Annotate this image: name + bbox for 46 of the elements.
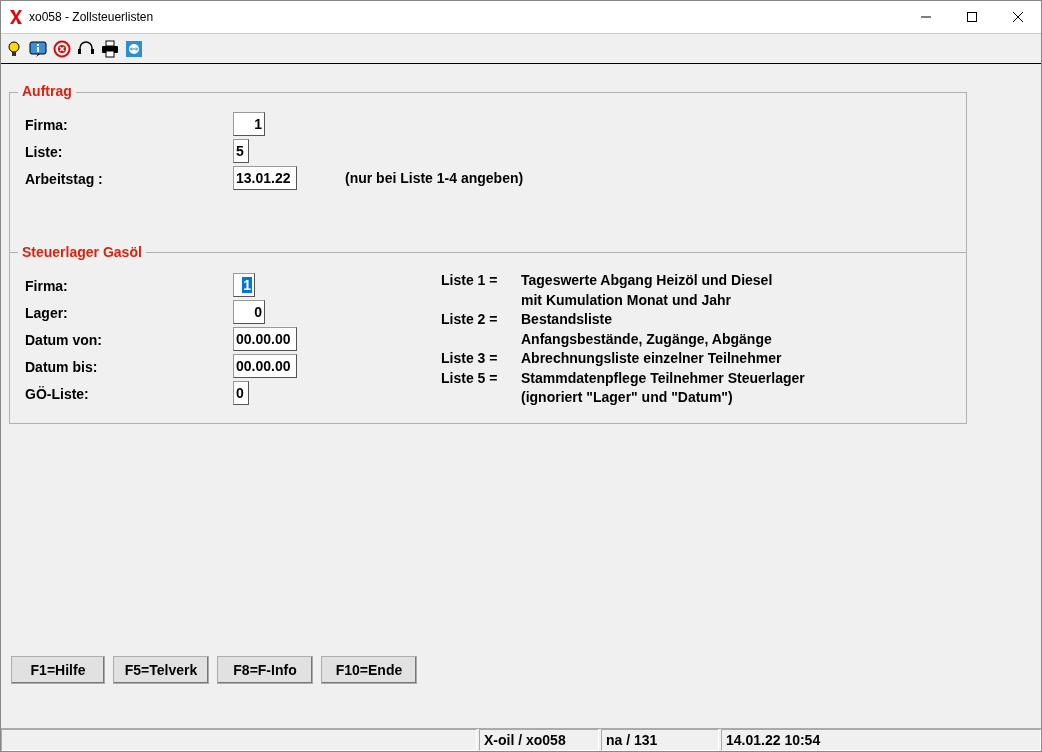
function-key-button[interactable]: F8=F-Info xyxy=(217,656,313,684)
remote-icon[interactable] xyxy=(125,39,143,58)
close-icon[interactable] xyxy=(1013,12,1023,22)
field-label: Lager: xyxy=(25,305,69,321)
field-label: Firma: xyxy=(25,117,69,133)
legend-text: (ignoriert "Lager" und "Datum") xyxy=(521,388,734,408)
field-label: GÖ-Liste: xyxy=(25,386,90,402)
legend-key: Liste 5 = xyxy=(441,368,521,389)
input-field[interactable]: 00.00.00 xyxy=(233,354,297,378)
input-field[interactable]: 13.01.22 xyxy=(233,166,297,190)
status-text: X-oil / xo058 xyxy=(479,729,599,751)
field-label: Liste: xyxy=(25,144,64,160)
input-field[interactable]: 0 xyxy=(233,300,265,324)
legend-key: Liste 2 = xyxy=(441,310,521,330)
legend-text: Anfangsbestände, Zugänge, Abgänge xyxy=(521,329,773,349)
cancel-icon[interactable] xyxy=(53,39,71,58)
field-label: Datum bis: xyxy=(25,359,99,375)
printer-icon[interactable] xyxy=(101,39,119,58)
field-label: Datum von: xyxy=(25,332,103,348)
field-label: Firma: xyxy=(25,278,69,294)
legend-key: Liste 1 = xyxy=(441,271,521,291)
legend-key: Liste 3 = xyxy=(441,349,521,369)
function-key-button[interactable]: F10=Ende xyxy=(321,656,417,684)
legend-text: Tageswerte Abgang Heizöl und Diesel xyxy=(521,271,774,290)
group-title: Auftrag xyxy=(18,83,76,99)
input-field[interactable]: 5 xyxy=(233,139,249,163)
status-text: 14.01.22 10:54 xyxy=(721,729,1041,751)
legend-text: Bestandsliste xyxy=(521,310,614,330)
function-key-button[interactable]: F1=Hilfe xyxy=(11,656,105,684)
group-title: Steuerlager Gasöl xyxy=(18,244,146,260)
window-title: xo058 - Zollsteuerlisten xyxy=(29,10,154,24)
lightbulb-icon[interactable] xyxy=(5,39,23,58)
input-field[interactable]: 1 xyxy=(233,273,255,297)
legend-text: mit Kumulation Monat und Jahr xyxy=(521,290,732,310)
status-text: na / 131 xyxy=(601,729,719,751)
maximize-icon[interactable] xyxy=(967,12,977,22)
legend-text: Stammdatenpflege Teilnehmer Steuerlager xyxy=(521,368,805,388)
legend-text: Abrechnungsliste einzelner Teilnehmer xyxy=(521,349,783,369)
input-field[interactable]: 0 xyxy=(233,381,249,405)
function-key-button[interactable]: F5=Telverk xyxy=(113,656,209,684)
hint-text: (nur bei Liste 1-4 angeben) xyxy=(345,170,524,188)
x-logo-icon xyxy=(9,9,23,25)
input-field[interactable]: 1 xyxy=(233,112,265,136)
input-field[interactable]: 00.00.00 xyxy=(233,327,297,351)
info-icon[interactable] xyxy=(29,39,47,58)
field-label: Arbeitstag : xyxy=(25,171,104,187)
